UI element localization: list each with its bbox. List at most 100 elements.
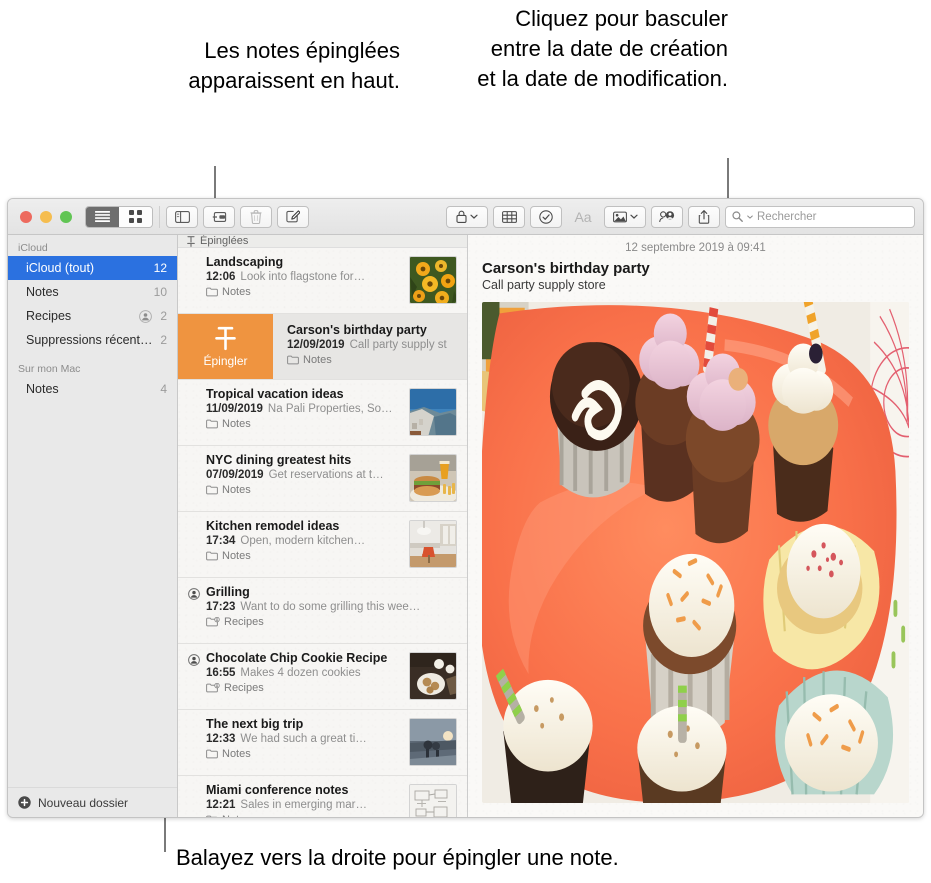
note-item-meta: 12:33 We had such a great ti… [206, 733, 403, 745]
delete-note-button[interactable] [240, 205, 272, 228]
checklist-button[interactable] [530, 205, 562, 228]
folders-sidebar: iCloud iCloud (tout) 12 Notes 10 Recipes [8, 235, 178, 817]
format-text-label: Aa [574, 208, 592, 225]
note-item-folder-label: Notes [222, 550, 251, 562]
sidebar-item-recipes[interactable]: Recipes 2 [8, 304, 177, 328]
note-item-text: Grilling 17:23 Want to do some grilling t… [206, 585, 457, 635]
sidebar-item-recently-deleted[interactable]: Suppressions récent… 2 [8, 328, 177, 352]
list-view-icon[interactable] [86, 206, 119, 227]
sidebar-section-title: iCloud [18, 242, 48, 254]
note-item-date: 12:21 [206, 799, 236, 811]
minimize-window-button[interactable] [40, 210, 52, 223]
annotation-leader-pinned [214, 166, 216, 202]
note-list-item[interactable]: Kitchen remodel ideas 17:34 Open, modern … [178, 512, 467, 578]
close-window-button[interactable] [20, 210, 32, 223]
note-item-title: Chocolate Chip Cookie Recipe [206, 651, 388, 665]
new-folder-button[interactable]: Nouveau dossier [8, 787, 177, 817]
add-folder-button[interactable] [203, 205, 235, 228]
search-field[interactable]: Rechercher [725, 205, 915, 228]
shared-folder-icon [139, 309, 153, 323]
zoom-window-button[interactable] [60, 210, 72, 223]
sidebar-item-label: Suppressions récent… [26, 333, 153, 347]
pinned-section-header: Épinglées [178, 235, 467, 248]
note-item-title: Miami conference notes [206, 783, 349, 797]
note-item-thumbnail [409, 256, 457, 304]
note-list-item[interactable]: NYC dining greatest hits 07/09/2019 Get r… [178, 446, 467, 512]
note-item-snippet: Na Pali Properties, So… [267, 403, 393, 415]
new-folder-label: Nouveau dossier [38, 795, 129, 810]
insert-media-button[interactable] [604, 205, 646, 228]
add-people-button[interactable] [651, 205, 683, 228]
note-item-text: Chocolate Chip Cookie Recipe 16:55 Makes … [206, 651, 409, 701]
note-detail-body-text[interactable]: Call party supply store [468, 277, 923, 302]
folder-icon [206, 485, 218, 495]
annotation-swipe-to-pin: Balayez vers la droite pour épingler une… [176, 845, 619, 870]
search-placeholder: Rechercher [757, 210, 817, 223]
sidebar-item-count: 2 [160, 309, 167, 323]
note-item-snippet: Want to do some grilling this wee… [240, 601, 421, 613]
note-detail-photo[interactable] [482, 302, 909, 803]
note-item-folder: Notes [206, 418, 403, 430]
note-item-folder: Notes [206, 814, 403, 817]
notes-list[interactable]: Épinglées Landscaping 12:06 Look into fla… [178, 235, 468, 817]
note-list-item[interactable]: Miami conference notes 12:21 Sales in eme… [178, 776, 467, 817]
note-item-folder: Recipes [206, 682, 403, 694]
chevron-down-icon [629, 214, 638, 219]
note-item-text: The next big trip 12:33 We had such a gre… [206, 717, 409, 767]
folder-icon [287, 355, 299, 365]
grid-view-icon[interactable] [119, 206, 152, 227]
note-item-snippet: We had such a great ti… [240, 733, 367, 745]
note-item-thumbnail [409, 718, 457, 766]
note-item-thumbnail [409, 784, 457, 817]
pin-icon [215, 326, 236, 350]
sidebar-item-label: Recipes [26, 309, 72, 323]
note-item-snippet: Makes 4 dozen cookies [240, 667, 361, 679]
note-item-folder-label: Notes [222, 484, 251, 496]
note-item-date: 12:33 [206, 733, 236, 745]
sidebar-toggle-button[interactable] [166, 205, 198, 228]
sidebar-item-on-my-mac-notes[interactable]: Notes 4 [8, 377, 177, 401]
shared-note-icon [188, 587, 200, 600]
sidebar-item-notes[interactable]: Notes 10 [8, 280, 177, 304]
sidebar-item-count: 10 [153, 285, 167, 299]
note-detail-pane[interactable]: 12 septembre 2019 à 09:41 Carson's birth… [468, 235, 923, 817]
lock-note-button[interactable] [446, 205, 488, 228]
insert-table-button[interactable] [493, 205, 525, 228]
note-item-date: 16:55 [206, 667, 236, 679]
sidebar-item-count: 2 [160, 333, 167, 347]
note-item-title: Carson's birthday party [287, 323, 427, 337]
note-item-text: NYC dining greatest hits 07/09/2019 Get r… [206, 453, 409, 503]
annotation-pinned-notes: Les notes épinglées apparaissent en haut… [188, 38, 400, 93]
sidebar-item-icloud-all[interactable]: iCloud (tout) 12 [8, 256, 177, 280]
note-item-snippet: Sales in emerging mar… [240, 799, 367, 811]
note-list-item[interactable]: Landscaping 12:06 Look into flagstone for… [178, 248, 467, 314]
note-item-date: 07/09/2019 [206, 469, 264, 481]
note-item-meta: 17:34 Open, modern kitchen… [206, 535, 403, 547]
folder-icon [206, 815, 218, 817]
toolbar-divider [159, 205, 160, 228]
sidebar-item-label: Notes [26, 382, 59, 396]
note-list-item[interactable]: The next big trip 12:33 We had such a gre… [178, 710, 467, 776]
view-mode-segmented-control[interactable] [85, 205, 153, 228]
format-text-button[interactable]: Aa [567, 206, 599, 228]
pin-swipe-action-button[interactable]: Épingler [178, 314, 273, 379]
sidebar-scroll-area[interactable]: iCloud iCloud (tout) 12 Notes 10 Recipes [8, 235, 177, 787]
note-list-item[interactable]: Grilling 17:23 Want to do some grilling t… [178, 578, 467, 644]
note-item-text: Tropical vacation ideas 11/09/2019 Na Pal… [206, 387, 409, 437]
sidebar-item-count: 4 [160, 382, 167, 396]
note-item-folder-label: Notes [222, 814, 251, 817]
note-list-item[interactable]: Chocolate Chip Cookie Recipe 16:55 Makes … [178, 644, 467, 710]
note-date-toggle[interactable]: 12 septembre 2019 à 09:41 [468, 235, 923, 260]
notes-app-window: Aa Rechercher iCloud iCloud (tout) 12 No… [7, 198, 924, 818]
note-item-date: 17:34 [206, 535, 236, 547]
note-list-item-swiped[interactable]: Épingler Carson's birthday party 12/09/2… [178, 314, 467, 380]
compose-note-button[interactable] [277, 205, 309, 228]
folder-icon [206, 287, 218, 297]
note-item-meta: 12:21 Sales in emerging mar… [206, 799, 403, 811]
note-item-folder: Recipes [206, 616, 451, 628]
note-detail-title[interactable]: Carson's birthday party [468, 260, 923, 277]
note-item-date: 11/09/2019 [206, 403, 263, 415]
note-item-text: Kitchen remodel ideas 17:34 Open, modern … [206, 519, 409, 569]
note-list-item[interactable]: Tropical vacation ideas 11/09/2019 Na Pal… [178, 380, 467, 446]
share-export-button[interactable] [688, 205, 720, 228]
